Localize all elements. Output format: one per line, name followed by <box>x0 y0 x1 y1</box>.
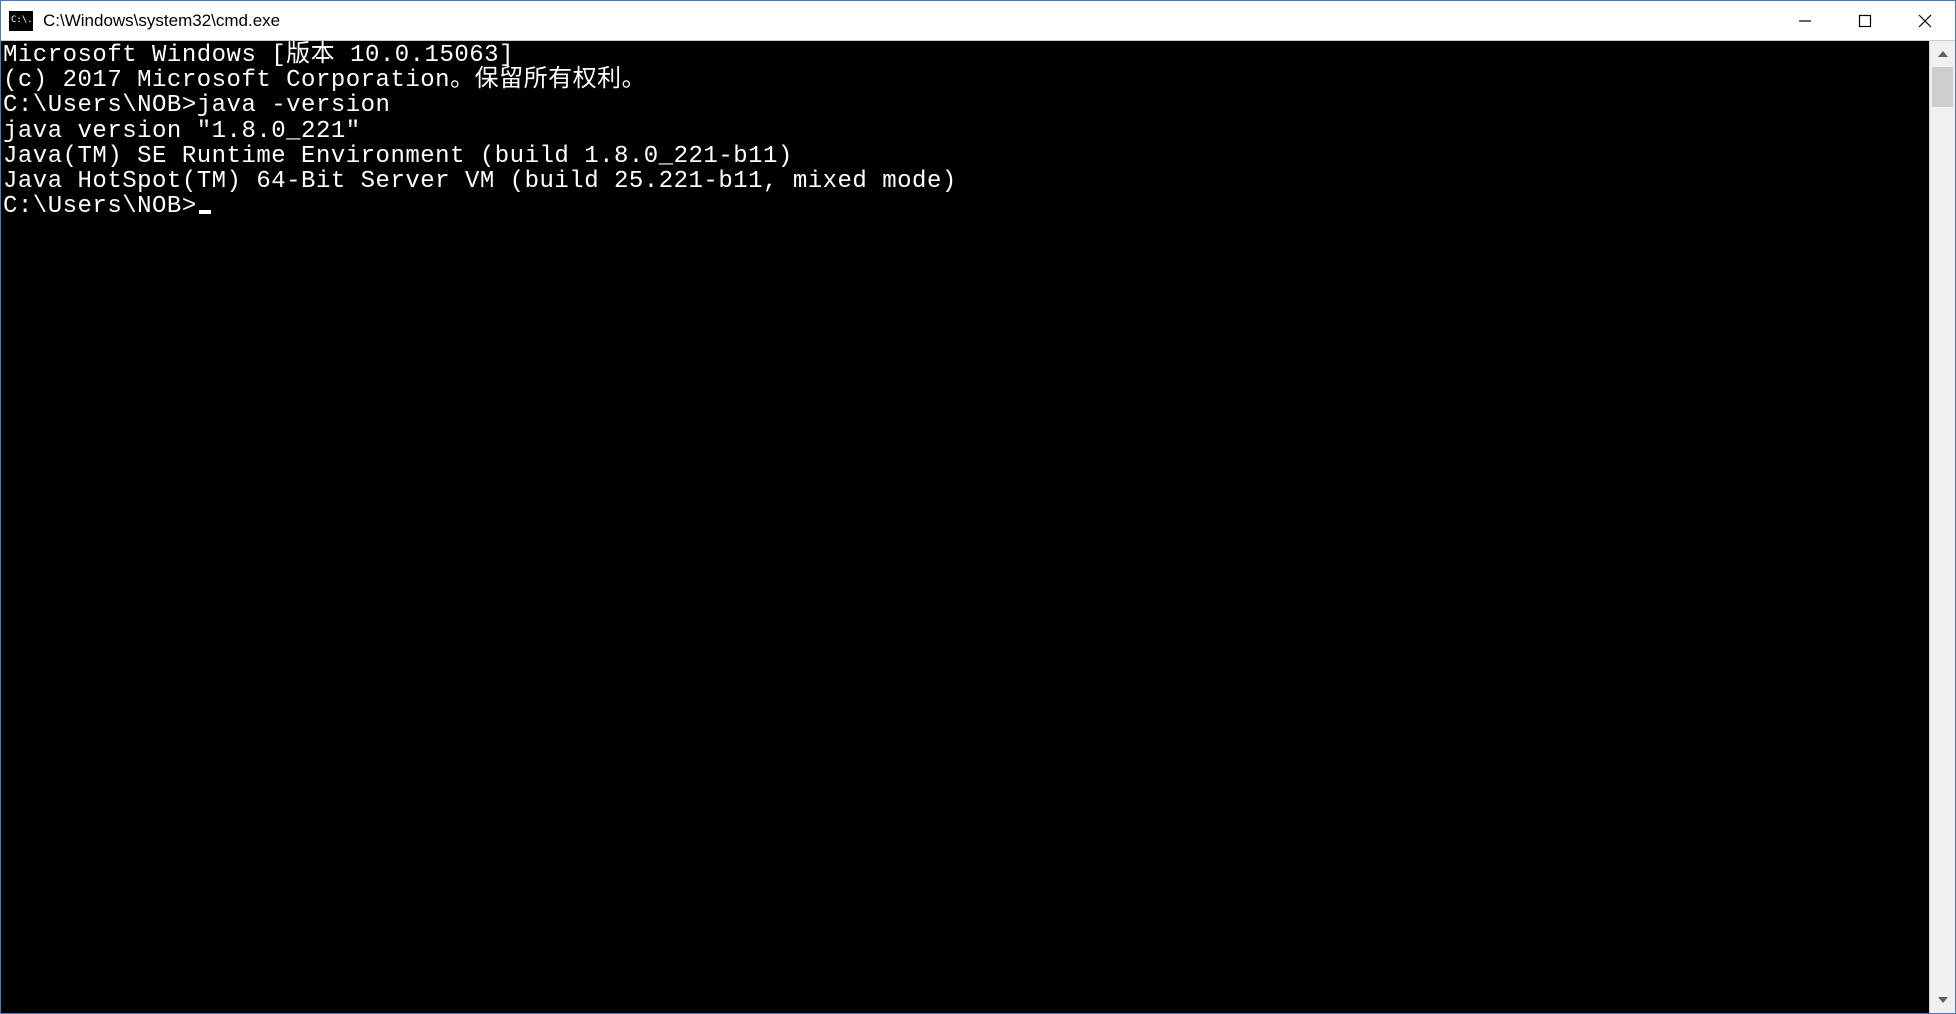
terminal-line: Java(TM) SE Runtime Environment (build 1… <box>3 144 1929 169</box>
cmd-icon: C:\. <box>9 11 33 31</box>
minimize-icon <box>1798 14 1812 28</box>
terminal-line: (c) 2017 Microsoft Corporation。保留所有权利。 <box>3 68 1929 93</box>
scroll-down-button[interactable] <box>1930 987 1955 1013</box>
close-icon <box>1918 14 1932 28</box>
close-button[interactable] <box>1895 1 1955 40</box>
maximize-icon <box>1858 14 1872 28</box>
chevron-up-icon <box>1938 51 1948 57</box>
terminal-line: C:\Users\NOB>java -version <box>3 93 1929 118</box>
scrollbar-track[interactable] <box>1930 67 1955 987</box>
titlebar[interactable]: C:\. C:\Windows\system32\cmd.exe <box>1 1 1955 41</box>
cmd-icon-text: C:\. <box>11 16 33 25</box>
maximize-button[interactable] <box>1835 1 1895 40</box>
terminal-prompt-line: C:\Users\NOB> <box>3 194 1929 219</box>
window-controls <box>1775 1 1955 40</box>
terminal-line: Microsoft Windows [版本 10.0.15063] <box>3 43 1929 68</box>
minimize-button[interactable] <box>1775 1 1835 40</box>
window-title: C:\Windows\system32\cmd.exe <box>43 11 1775 31</box>
terminal-cursor <box>199 210 211 214</box>
vertical-scrollbar[interactable] <box>1929 41 1955 1013</box>
scroll-up-button[interactable] <box>1930 41 1955 67</box>
terminal-output[interactable]: Microsoft Windows [版本 10.0.15063](c) 201… <box>1 41 1929 1013</box>
terminal-line: Java HotSpot(TM) 64-Bit Server VM (build… <box>3 169 1929 194</box>
terminal-prompt: C:\Users\NOB> <box>3 193 197 220</box>
content-wrapper: Microsoft Windows [版本 10.0.15063](c) 201… <box>1 41 1955 1013</box>
terminal-line: java version "1.8.0_221" <box>3 119 1929 144</box>
cmd-window: C:\. C:\Windows\system32\cmd.exe <box>0 0 1956 1014</box>
chevron-down-icon <box>1938 997 1948 1003</box>
scrollbar-thumb[interactable] <box>1932 67 1953 107</box>
